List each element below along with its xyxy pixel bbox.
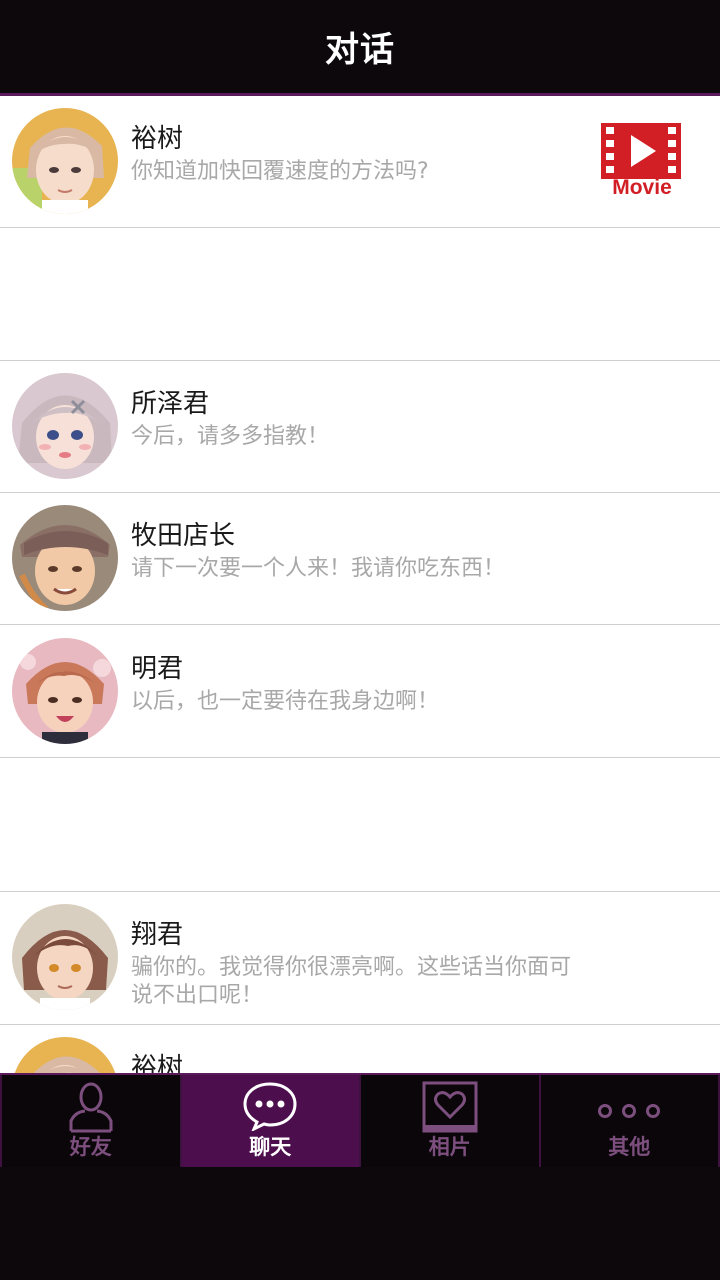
tab-photos[interactable]: 相片 [361, 1075, 541, 1169]
app-header: 对话 [0, 0, 720, 96]
contact-name: 裕树 [131, 1053, 184, 1073]
conversation-row[interactable]: 裕树 你知道加快回覆速度的方法吗? Movie [0, 96, 720, 228]
conversation-row[interactable]: 翔君 骗你的。我觉得你很漂亮啊。这些话当你面可说不出口呢！ [0, 892, 720, 1025]
tab-friends[interactable]: 好友 [0, 1075, 182, 1169]
avatar [12, 505, 118, 611]
contact-name: 牧田店长 [131, 521, 236, 551]
message-preview: 以后，也一定要待在我身边啊！ [131, 689, 440, 714]
message-preview: 请下一次要一个人来！我请你吃东西！ [131, 556, 506, 581]
tab-label: 相片 [428, 1135, 471, 1159]
avatar [12, 108, 118, 214]
movie-label: Movie [612, 176, 672, 199]
conversation-row[interactable]: 裕树 [0, 1025, 720, 1073]
tab-label: 聊天 [249, 1135, 292, 1159]
contact-name: 翔君 [131, 920, 184, 950]
message-preview: 骗你的。我觉得你很漂亮啊。这些话当你面可说不出口呢！ [131, 955, 572, 1008]
avatar [12, 638, 118, 744]
tab-label: 其他 [608, 1135, 651, 1159]
empty-row [0, 759, 720, 892]
bottom-system-area [0, 1167, 720, 1280]
empty-row [0, 228, 720, 361]
contact-name: 明君 [131, 654, 184, 684]
avatar [12, 1037, 118, 1073]
contact-name: 裕树 [131, 124, 184, 154]
avatar [12, 904, 118, 1010]
conversation-row[interactable]: 明君 以后，也一定要待在我身边啊！ [0, 626, 720, 758]
tab-more[interactable]: 其他 [541, 1075, 720, 1169]
conversation-list[interactable]: 裕树 你知道加快回覆速度的方法吗? Movie 所泽君 今后，请多多指教！ 牧田… [0, 96, 720, 1073]
bottom-tab-bar: 好友 聊天 相片 其他 [0, 1073, 720, 1169]
contact-name: 所泽君 [131, 389, 210, 419]
conversation-row[interactable]: 所泽君 今后，请多多指教！ [0, 361, 720, 493]
heart-photo-icon [422, 1081, 478, 1133]
film-play-icon [601, 123, 681, 179]
message-preview: 今后，请多多指教！ [131, 424, 330, 449]
avatar [12, 373, 118, 479]
conversation-row[interactable]: 牧田店长 请下一次要一个人来！我请你吃东西！ [0, 493, 720, 625]
movie-button[interactable]: Movie [600, 122, 684, 206]
message-preview: 你知道加快回覆速度的方法吗? [131, 159, 429, 184]
person-icon [69, 1082, 113, 1133]
more-dots-icon [598, 1104, 661, 1118]
tab-label: 好友 [69, 1135, 112, 1159]
tab-chat[interactable]: 聊天 [181, 1075, 361, 1169]
chat-bubble-icon [243, 1082, 297, 1131]
page-title: 对话 [325, 30, 395, 70]
